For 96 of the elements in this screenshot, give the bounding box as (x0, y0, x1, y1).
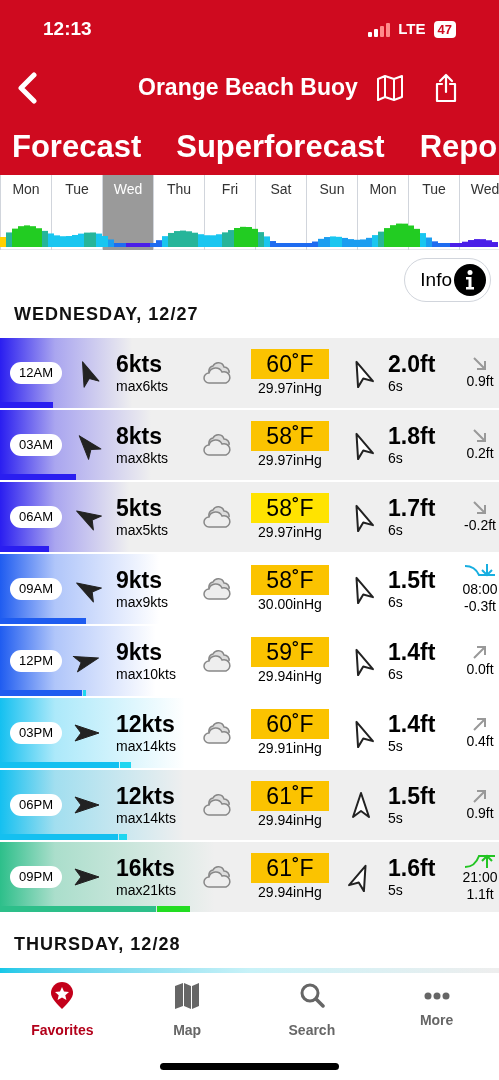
day-heading: WEDNESDAY, 12/27 (13, 303, 200, 326)
tide-height: 0.9ft (466, 804, 494, 822)
wind-speed: 12kts (116, 783, 176, 809)
swell-period: 6s (388, 449, 404, 467)
search-icon (298, 981, 325, 1010)
wind-speed: 16kts (116, 855, 176, 881)
wind-gust: max6kts (116, 377, 170, 395)
nav-tab[interactable]: More (374, 976, 499, 1046)
tide-time: 08:00 (462, 581, 498, 597)
pin-star-icon (49, 981, 76, 1010)
tide-height: -0.3ft (464, 597, 496, 615)
time-label: 09PM (10, 866, 62, 888)
cloud-icon (202, 433, 234, 457)
pressure: 29.91inHg (258, 739, 322, 757)
temperature: 61˚F (251, 853, 329, 883)
wind-speed: 9kts (116, 639, 164, 665)
wind-gust: max8kts (116, 449, 170, 467)
tide-height: 0.0ft (466, 660, 494, 678)
pressure: 29.97inHg (258, 523, 322, 541)
swell-height: 1.4ft (388, 711, 437, 737)
wind-gust: max10kts (116, 665, 177, 683)
wind-gust: max9kts (116, 593, 170, 611)
map-icon[interactable] (375, 74, 404, 101)
wind-gust: max5kts (116, 521, 170, 539)
nav-tab[interactable]: Search (249, 976, 375, 1046)
pressure: 29.97inHg (258, 451, 322, 469)
tide-height: -0.2ft (464, 516, 496, 534)
temperature: 60˚F (251, 349, 329, 379)
wind-speed: 6kts (116, 351, 164, 377)
time-label: 03PM (10, 722, 62, 744)
page-title: Orange Beach Buoy (138, 73, 358, 103)
cloud-icon (202, 793, 234, 817)
swell-height: 1.7ft (388, 495, 437, 521)
swell-height: 1.5ft (388, 567, 437, 593)
swell-height: 1.5ft (388, 783, 437, 809)
time-label: 03AM (10, 434, 62, 456)
swell-period: 6s (388, 377, 404, 395)
share-icon[interactable] (433, 72, 458, 103)
tab[interactable]: Superforecast (176, 124, 385, 171)
pressure: 29.94inHg (258, 883, 322, 901)
swell-period: 5s (388, 809, 404, 827)
cloud-icon (202, 649, 234, 673)
swell-period: 6s (388, 521, 404, 539)
day-heading: THURSDAY, 12/28 (13, 933, 182, 956)
status-time: 12:13 (43, 17, 92, 42)
cloud-icon (202, 721, 234, 745)
swell-height: 1.6ft (388, 855, 437, 881)
temperature: 58˚F (251, 493, 329, 523)
tide-height: 0.9ft (466, 372, 494, 390)
tab[interactable]: Forecast (12, 124, 142, 171)
time-label: 12AM (10, 362, 62, 384)
wind-gust: max14kts (116, 737, 177, 755)
wind-speed: 5kts (116, 495, 164, 521)
tide-height: 0.4ft (466, 732, 494, 750)
swell-height: 1.4ft (388, 639, 437, 665)
swell-height: 1.8ft (388, 423, 437, 449)
tide-height: 0.2ft (466, 444, 494, 462)
nav-tab[interactable]: Favorites (0, 976, 125, 1046)
temperature: 60˚F (251, 709, 329, 739)
wind-speed: 12kts (116, 711, 176, 737)
swell-height: 2.0ft (388, 351, 437, 377)
info-icon (454, 264, 486, 296)
pressure: 30.00inHg (258, 595, 322, 613)
tab[interactable]: Repo (419, 124, 498, 171)
nav-tab[interactable]: Map (124, 976, 250, 1046)
signal-icon (368, 22, 391, 37)
tide-time: 21:00 (462, 869, 498, 885)
temperature: 58˚F (251, 565, 329, 595)
wind-speed: 8kts (116, 423, 164, 449)
time-label: 06AM (10, 506, 62, 528)
temperature: 59˚F (251, 637, 329, 667)
wind-gust: max21kts (116, 881, 177, 899)
pressure: 29.94inHg (258, 667, 322, 685)
cloud-icon (202, 505, 234, 529)
swell-period: 6s (388, 665, 404, 683)
cloud-icon (202, 865, 234, 889)
time-label: 09AM (10, 578, 62, 600)
pressure: 29.94inHg (258, 811, 322, 829)
battery-indicator: 47 (433, 21, 456, 38)
temperature: 58˚F (251, 421, 329, 451)
map-icon (174, 981, 201, 1010)
time-label: 12PM (10, 650, 62, 672)
wind-gust: max14kts (116, 809, 177, 827)
cloud-icon (202, 361, 234, 385)
time-label: 06PM (10, 794, 62, 816)
swell-period: 5s (388, 737, 404, 755)
network-label: LTE (398, 19, 426, 40)
swell-period: 5s (388, 881, 404, 899)
pressure: 29.97inHg (258, 379, 322, 397)
swell-period: 6s (388, 593, 404, 611)
temperature: 61˚F (251, 781, 329, 811)
tide-height: 1.1ft (466, 885, 494, 903)
back-icon[interactable] (16, 71, 38, 104)
cloud-icon (202, 577, 234, 601)
wind-speed: 9kts (116, 567, 164, 593)
more-icon (423, 991, 450, 1000)
